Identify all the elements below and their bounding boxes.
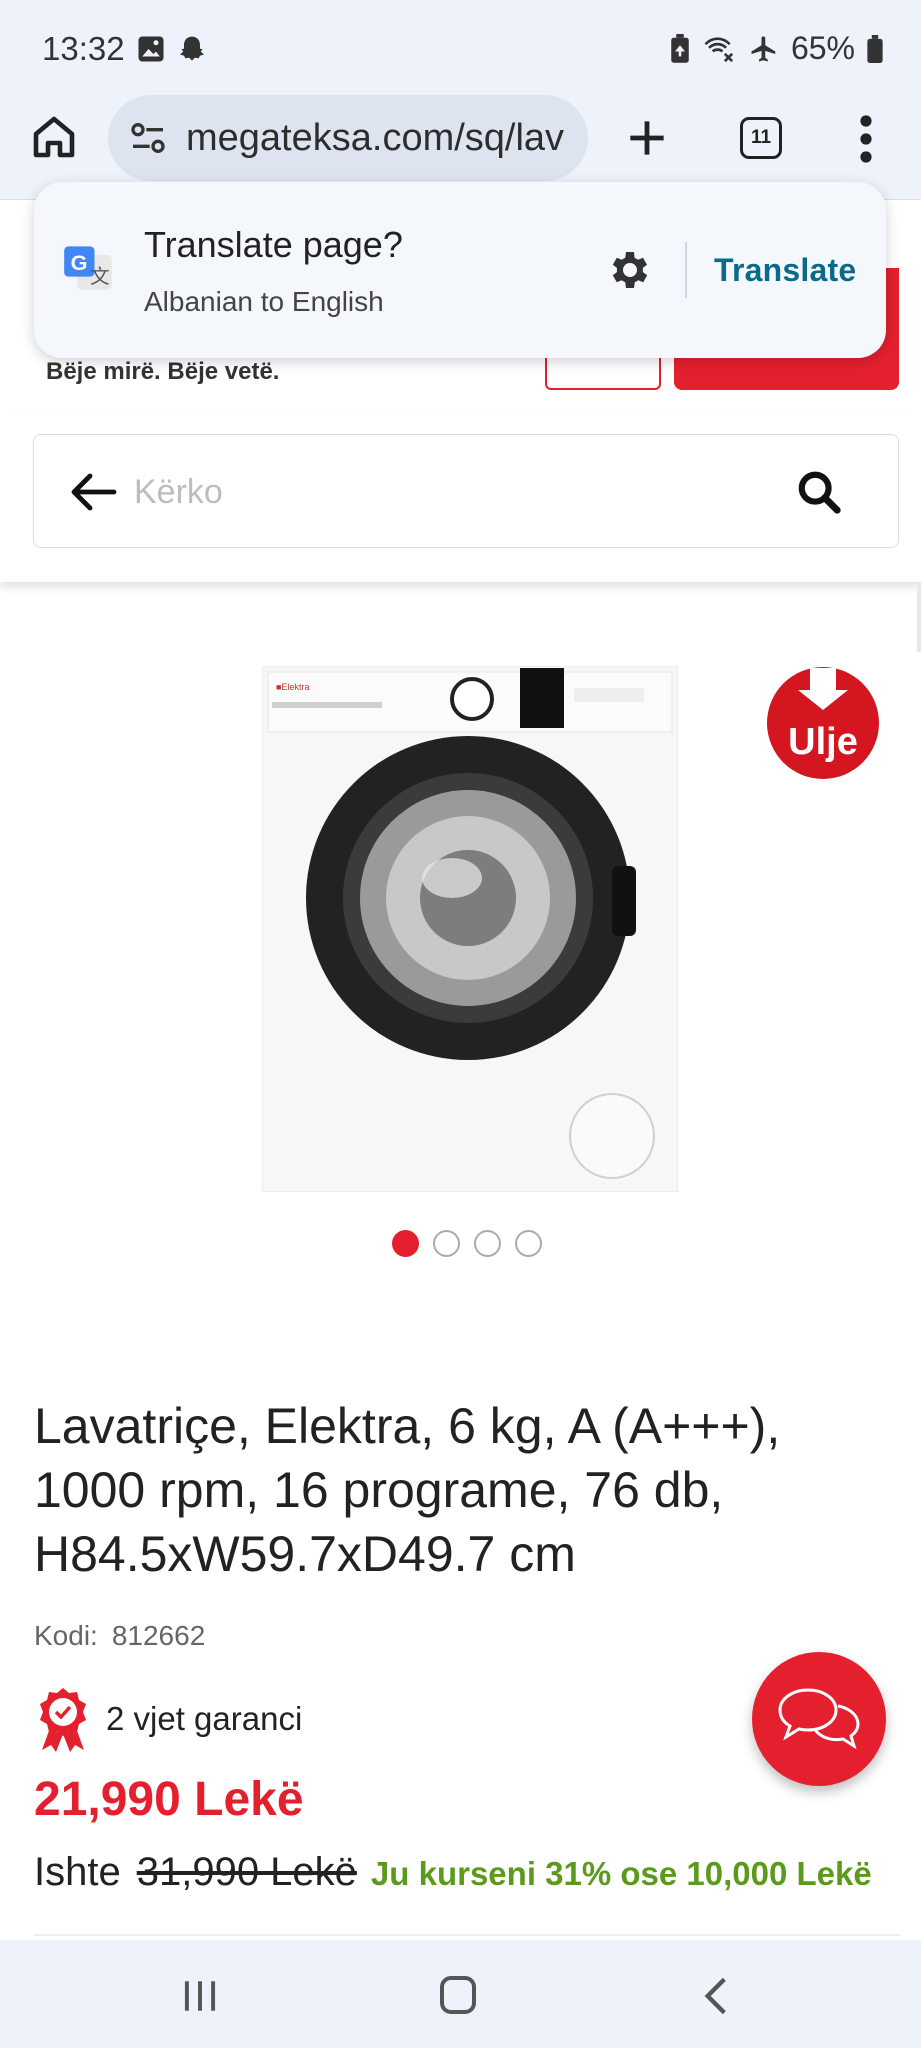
gallery-icon xyxy=(138,36,164,62)
search-section xyxy=(0,410,921,582)
back-arrow-icon[interactable] xyxy=(70,472,118,512)
new-tab-icon[interactable] xyxy=(622,113,672,163)
product-title: Lavatriçe, Elektra, 6 kg, A (A+++), 1000… xyxy=(34,1398,781,1582)
site-tagline: Bëje mirë. Bëje vetë. xyxy=(46,358,280,385)
translate-button[interactable]: Translate xyxy=(714,252,856,289)
sku-value: 812662 xyxy=(111,1620,206,1651)
popup-divider xyxy=(685,242,687,298)
carousel-dot[interactable] xyxy=(515,1230,542,1257)
svg-text:文: 文 xyxy=(90,265,110,288)
price-comparison: Ishte 31,990 Lekë Ju kurseni 31% ose 10,… xyxy=(34,1850,872,1895)
search-icon[interactable] xyxy=(796,469,842,515)
chat-button[interactable] xyxy=(752,1652,886,1786)
carousel-dot[interactable] xyxy=(433,1230,460,1257)
section-divider xyxy=(34,1934,900,1936)
tab-switcher-button[interactable]: 11 xyxy=(740,117,782,159)
site-settings-icon[interactable] xyxy=(128,118,168,158)
system-navigation-bar xyxy=(0,1940,921,2048)
recent-apps-icon[interactable] xyxy=(180,1978,220,2014)
battery-saver-icon xyxy=(671,33,689,63)
snapchat-icon xyxy=(180,36,204,61)
battery-icon xyxy=(867,34,883,63)
svg-text:■Elektra: ■Elektra xyxy=(276,682,309,692)
status-time: 13:32 xyxy=(42,30,125,67)
sku-label: Kodi: xyxy=(34,1620,98,1651)
warranty-badge-icon xyxy=(40,1688,86,1752)
product-price: 21,990 Lekë xyxy=(34,1773,304,1826)
product-image[interactable]: ■Elektra xyxy=(262,666,678,1192)
carousel-dot[interactable] xyxy=(392,1230,419,1257)
google-translate-icon: G 文 xyxy=(64,246,112,290)
carousel-dot[interactable] xyxy=(474,1230,501,1257)
translate-popup-title: Translate page? xyxy=(144,224,403,265)
sale-badge-graphic: Ulje xyxy=(767,667,879,779)
gear-icon[interactable] xyxy=(606,246,654,294)
status-bar: 13:32 65% xyxy=(0,0,921,95)
svg-text:G: G xyxy=(71,250,88,275)
sale-badge-text: Ulje xyxy=(788,721,858,763)
product-sku: Kodi: 812662 xyxy=(34,1620,205,1652)
back-icon[interactable] xyxy=(702,1976,730,2016)
search-input[interactable] xyxy=(134,465,734,519)
search-box xyxy=(33,434,899,548)
translate-popup-languages[interactable]: Albanian to English xyxy=(144,286,384,318)
system-indicators: 65% xyxy=(669,30,883,67)
url-text: megateksa.com/sq/lav xyxy=(186,116,565,159)
more-options-icon[interactable] xyxy=(860,115,872,163)
battery-percent: 65% xyxy=(790,30,855,66)
page-scrollbar[interactable] xyxy=(917,582,921,652)
old-price: 31,990 Lekë xyxy=(136,1850,357,1894)
savings-text: Ju kurseni 31% ose 10,000 Lekë xyxy=(370,1855,872,1892)
notification-icons xyxy=(136,34,208,66)
home-icon[interactable] xyxy=(30,113,78,161)
image-carousel-dots xyxy=(392,1230,542,1257)
was-label: Ishte xyxy=(34,1850,121,1894)
warranty-text: 2 vjet garanci xyxy=(106,1700,303,1737)
home-button[interactable] xyxy=(440,1976,476,2014)
sale-badge: Ulje xyxy=(764,664,882,782)
translate-popup: G 文 Translate page? Albanian to English … xyxy=(34,182,886,358)
airplane-mode-icon xyxy=(751,36,776,61)
warranty-info: 2 vjet garanci xyxy=(34,1686,302,1752)
wifi-calling-icon xyxy=(704,36,734,62)
chat-bubbles-icon xyxy=(778,1688,860,1750)
address-bar[interactable]: megateksa.com/sq/lav xyxy=(108,95,588,181)
